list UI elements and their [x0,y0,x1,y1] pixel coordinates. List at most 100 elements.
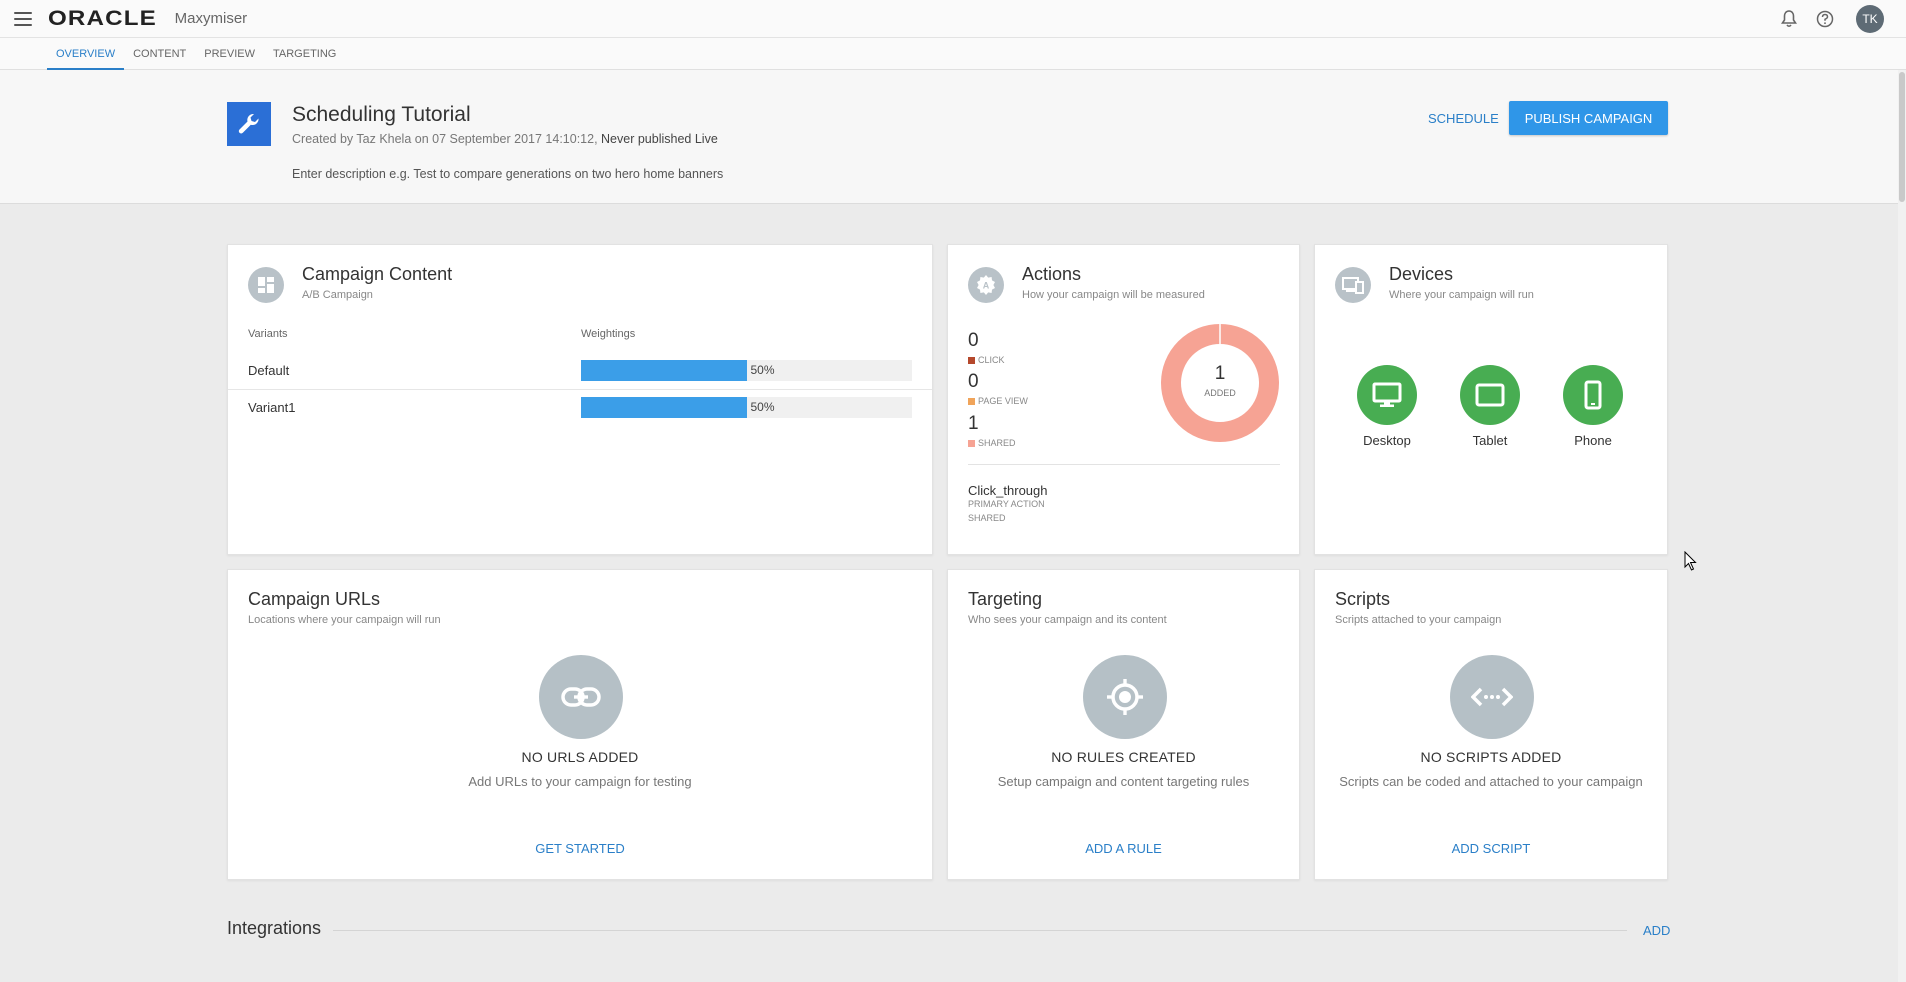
created-info: Created by Taz Khela on 07 September 201… [292,132,598,146]
device-label: Desktop [1363,433,1411,448]
variant-name: Variant1 [248,400,296,415]
divider [968,464,1280,465]
card-subtitle: A/B Campaign [302,289,373,301]
empty-state-description: Scripts can be coded and attached to you… [1339,774,1643,789]
devices-card: Devices Where your campaign will run Des… [1314,244,1668,555]
publish-campaign-button[interactable]: PUBLISH CAMPAIGN [1509,101,1668,135]
campaign-urls-card: Campaign URLs Locations where your campa… [227,569,933,880]
legend-swatch [968,397,975,405]
shared-label: SHARED [968,438,1016,448]
card-title: Targeting [968,589,1043,609]
weightings-header: Weightings [581,328,636,340]
page-view-count: 0 [968,371,979,392]
card-title: Scripts [1335,589,1391,609]
actions-icon: A [968,267,1004,303]
tab-overview[interactable]: OVERVIEW [47,38,125,70]
top-actions: TK [1778,0,1884,38]
schedule-button[interactable]: SCHEDULE [1428,111,1499,126]
click-label: CLICK [968,355,1005,365]
target-icon [1083,655,1167,739]
device-phone[interactable]: Phone [1553,365,1633,448]
product-name: Maxymiser [174,10,248,27]
actions-card: A Actions How your campaign will be meas… [947,244,1300,555]
description-field[interactable]: Enter description e.g. Test to compare g… [292,167,723,181]
page-scrollbar[interactable] [1898,70,1906,982]
shared-count: 1 [968,413,979,434]
scripts-card: Scripts Scripts attached to your campaig… [1314,569,1668,880]
svg-text:A: A [983,281,990,291]
page-title: Scheduling Tutorial [292,103,471,126]
legend-text: PAGE VIEW [978,396,1028,406]
tablet-icon [1460,365,1520,425]
add-rule-button[interactable]: ADD A RULE [948,841,1299,856]
code-icon [1450,655,1534,739]
help-icon[interactable] [1814,8,1836,30]
donut-value: 1 [1214,363,1226,384]
campaign-header: Scheduling Tutorial Created by Taz Khela… [0,70,1906,204]
tab-content[interactable]: CONTENT [124,38,195,70]
link-icon [539,655,623,739]
variant-name: Default [248,363,290,378]
tab-targeting[interactable]: TARGETING [264,38,345,70]
legend-swatch [968,439,975,447]
tab-preview[interactable]: PREVIEW [195,38,264,70]
device-tablet[interactable]: Tablet [1450,365,1530,448]
device-desktop[interactable]: Desktop [1347,365,1427,448]
integrations-heading: Integrations [227,918,322,938]
devices-icon [1335,267,1371,303]
variant-row[interactable]: Variant1 50% [228,390,932,426]
empty-state-title: NO SCRIPTS ADDED [1420,749,1562,765]
card-subtitle: Who sees your campaign and its content [968,614,1167,626]
user-avatar[interactable]: TK [1856,5,1884,33]
primary-action-name[interactable]: Click_through [968,483,1048,498]
variant-row[interactable]: Default 50% [228,353,932,389]
card-subtitle: Locations where your campaign will run [248,614,441,626]
dashboard-icon [248,267,284,303]
weight-label: 50% [750,363,775,377]
legend-text: CLICK [978,355,1005,365]
top-bar: ORACLE Maxymiser TK [0,0,1906,38]
card-title: Actions [1022,264,1082,284]
oracle-logo: ORACLE [48,6,157,30]
card-title: Devices [1389,264,1454,284]
weight-label: 50% [750,400,775,414]
weight-bar-fill [581,397,747,418]
add-integration-button[interactable]: ADD [1643,923,1670,938]
card-subtitle: How your campaign will be measured [1022,289,1205,301]
bell-icon[interactable] [1778,8,1800,30]
wrench-icon [227,102,271,146]
variants-header: Variants [248,328,288,340]
empty-state-title: NO RULES CREATED [1051,749,1196,765]
get-started-button[interactable]: GET STARTED [228,841,932,856]
targeting-card: Targeting Who sees your campaign and its… [947,569,1300,880]
card-subtitle: Scripts attached to your campaign [1335,614,1502,626]
device-label: Tablet [1472,433,1508,448]
weight-bar: 50% [581,360,912,381]
legend-text: SHARED [978,438,1016,448]
scroll-thumb[interactable] [1899,72,1905,202]
donut-label: ADDED [1204,388,1236,398]
page-view-label: PAGE VIEW [968,396,1028,406]
phone-icon [1563,365,1623,425]
weight-bar-fill [581,360,747,381]
mouse-cursor-icon [1684,551,1697,571]
add-script-button[interactable]: ADD SCRIPT [1315,841,1667,856]
empty-state-description: Add URLs to your campaign for testing [468,774,692,789]
campaign-content-card: Campaign Content A/B Campaign Variants W… [227,244,933,555]
primary-action-label: PRIMARY ACTION [968,499,1045,509]
card-title: Campaign Content [302,264,453,284]
empty-state-title: NO URLS ADDED [521,749,639,765]
primary-action-type: SHARED [968,513,1006,523]
campaign-tabs: OVERVIEW CONTENT PREVIEW TARGETING [0,38,1906,70]
divider [333,930,1627,931]
menu-icon[interactable] [14,11,32,26]
weight-bar: 50% [581,397,912,418]
desktop-icon [1357,365,1417,425]
card-subtitle: Where your campaign will run [1389,289,1534,301]
card-title: Campaign URLs [248,589,381,609]
device-label: Phone [1574,433,1612,448]
click-count: 0 [968,330,979,351]
campaign-meta: Created by Taz Khela on 07 September 201… [292,132,718,146]
legend-swatch [968,356,975,364]
empty-state-description: Setup campaign and content targeting rul… [997,774,1250,789]
